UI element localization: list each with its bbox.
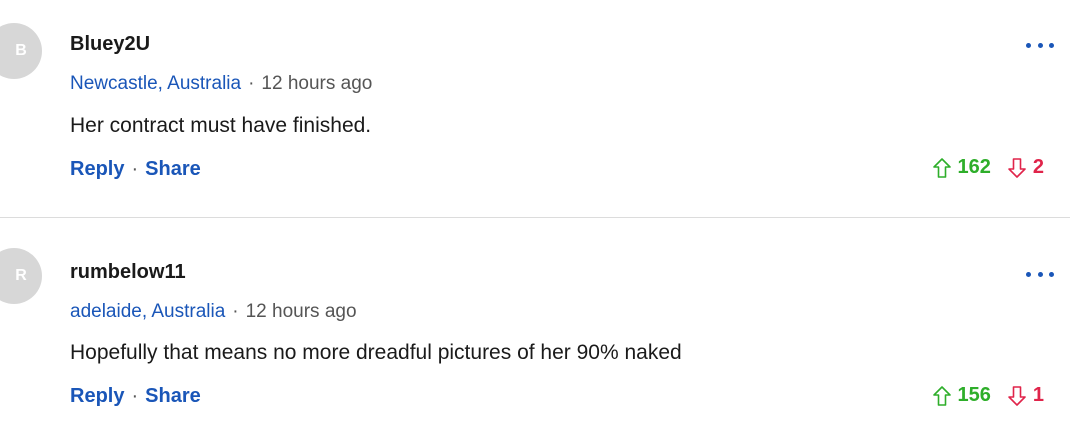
comment-timestamp: 12 hours ago — [245, 301, 357, 322]
upvote-count: 156 — [957, 384, 991, 406]
avatar[interactable]: R — [0, 248, 42, 304]
comment-timestamp: 12 hours ago — [261, 73, 373, 94]
arrow-up-icon — [932, 157, 951, 178]
arrow-down-icon — [1008, 385, 1026, 406]
avatar[interactable]: B — [0, 23, 42, 79]
share-button[interactable]: Share — [145, 385, 201, 407]
arrow-down-icon — [1008, 157, 1026, 178]
downvote-button[interactable]: 2 — [1007, 156, 1044, 179]
comment-text: Hopefully that means no more dreadful pi… — [70, 341, 682, 364]
reply-button[interactable]: Reply — [70, 158, 124, 180]
share-button[interactable]: Share — [145, 158, 201, 180]
upvote-button[interactable]: 156 — [932, 384, 991, 407]
downvote-count: 1 — [1032, 384, 1044, 406]
upvote-button[interactable]: 162 — [932, 156, 991, 179]
comment-divider — [0, 217, 1070, 218]
comment-actions: Reply · Share — [70, 385, 201, 408]
action-separator: · — [131, 158, 139, 180]
upvote-count: 162 — [957, 156, 991, 178]
downvote-count: 2 — [1032, 156, 1044, 178]
comment-text: Her contract must have finished. — [70, 114, 372, 137]
meta-separator: · — [248, 73, 255, 94]
comment-item: B Bluey2U Newcastle, Australia · 12 hours … — [0, 0, 1080, 218]
comment-item: R rumbelow11 adelaide, Australia · 12 hour… — [0, 219, 1080, 439]
more-options-icon[interactable] — [1026, 269, 1054, 279]
comment-location[interactable]: adelaide, Australia — [70, 301, 225, 322]
vote-controls: 156 1 — [932, 384, 1044, 407]
comment-username[interactable]: rumbelow11 — [70, 261, 186, 284]
meta-separator: · — [232, 301, 239, 322]
comment-actions: Reply · Share — [70, 158, 201, 181]
more-options-icon[interactable] — [1026, 40, 1054, 50]
arrow-up-icon — [932, 385, 951, 406]
comment-meta: Newcastle, Australia · 12 hours ago — [70, 73, 372, 95]
action-separator: · — [131, 385, 139, 407]
downvote-button[interactable]: 1 — [1007, 384, 1044, 407]
comment-location[interactable]: Newcastle, Australia — [70, 73, 241, 94]
comment-username[interactable]: Bluey2U — [70, 33, 150, 56]
vote-controls: 162 2 — [932, 156, 1044, 179]
reply-button[interactable]: Reply — [70, 385, 124, 407]
comment-meta: adelaide, Australia · 12 hours ago — [70, 301, 357, 323]
